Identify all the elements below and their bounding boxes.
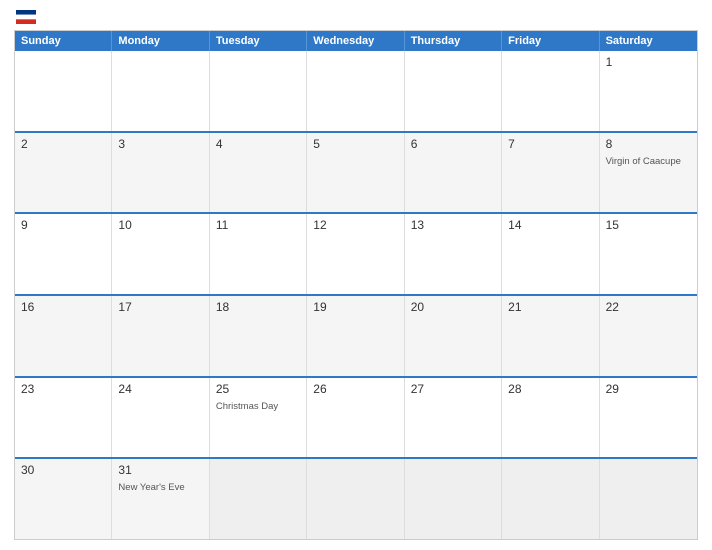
day-cell bbox=[307, 459, 404, 539]
day-number: 21 bbox=[508, 300, 592, 314]
event-text: Christmas Day bbox=[216, 401, 278, 412]
day-number: 13 bbox=[411, 218, 495, 232]
day-number: 23 bbox=[21, 382, 105, 396]
day-cell bbox=[210, 51, 307, 131]
day-number: 6 bbox=[411, 137, 495, 151]
calendar-page: SundayMondayTuesdayWednesdayThursdayFrid… bbox=[0, 0, 712, 550]
day-number: 26 bbox=[313, 382, 397, 396]
day-cell: 28 bbox=[502, 378, 599, 458]
day-header-thursday: Thursday bbox=[405, 31, 502, 51]
week-row: 16 17 18 19 20 21 22 bbox=[15, 294, 697, 376]
day-number: 30 bbox=[21, 463, 105, 477]
day-cell bbox=[210, 459, 307, 539]
day-cell: 14 bbox=[502, 214, 599, 294]
day-number: 22 bbox=[606, 300, 691, 314]
day-cell: 15 bbox=[600, 214, 697, 294]
day-number: 3 bbox=[118, 137, 202, 151]
day-cell: 25 Christmas Day bbox=[210, 378, 307, 458]
day-number: 20 bbox=[411, 300, 495, 314]
day-number: 1 bbox=[606, 55, 691, 69]
day-cell: 5 bbox=[307, 133, 404, 213]
calendar-grid: SundayMondayTuesdayWednesdayThursdayFrid… bbox=[14, 30, 698, 540]
day-number: 8 bbox=[606, 137, 691, 151]
day-number: 11 bbox=[216, 218, 300, 232]
day-cell bbox=[307, 51, 404, 131]
day-cell bbox=[600, 459, 697, 539]
day-cell: 7 bbox=[502, 133, 599, 213]
day-cell: 16 bbox=[15, 296, 112, 376]
day-header-saturday: Saturday bbox=[600, 31, 697, 51]
day-number: 4 bbox=[216, 137, 300, 151]
calendar-header bbox=[14, 10, 698, 24]
day-cell: 23 bbox=[15, 378, 112, 458]
day-number: 31 bbox=[118, 463, 202, 477]
day-cell: 18 bbox=[210, 296, 307, 376]
day-cell: 13 bbox=[405, 214, 502, 294]
day-number: 28 bbox=[508, 382, 592, 396]
day-cell: 27 bbox=[405, 378, 502, 458]
week-row: 23 24 25 Christmas Day 26 27 28 29 bbox=[15, 376, 697, 458]
day-number: 17 bbox=[118, 300, 202, 314]
day-number: 25 bbox=[216, 382, 300, 396]
day-cell: 6 bbox=[405, 133, 502, 213]
day-cell: 26 bbox=[307, 378, 404, 458]
day-number: 9 bbox=[21, 218, 105, 232]
day-number: 15 bbox=[606, 218, 691, 232]
day-number: 24 bbox=[118, 382, 202, 396]
day-number: 16 bbox=[21, 300, 105, 314]
day-cell: 21 bbox=[502, 296, 599, 376]
day-cell: 17 bbox=[112, 296, 209, 376]
day-header-monday: Monday bbox=[112, 31, 209, 51]
logo bbox=[14, 10, 36, 24]
week-row: 2345678 Virgin of Caacupe bbox=[15, 131, 697, 213]
day-number: 18 bbox=[216, 300, 300, 314]
day-cell: 30 bbox=[15, 459, 112, 539]
day-cell: 20 bbox=[405, 296, 502, 376]
day-cell: 31 New Year's Eve bbox=[112, 459, 209, 539]
day-cell: 12 bbox=[307, 214, 404, 294]
day-cell: 29 bbox=[600, 378, 697, 458]
event-text: Virgin of Caacupe bbox=[606, 156, 681, 167]
day-cell bbox=[405, 51, 502, 131]
day-cell: 3 bbox=[112, 133, 209, 213]
day-number: 29 bbox=[606, 382, 691, 396]
day-cell: 2 bbox=[15, 133, 112, 213]
day-number: 5 bbox=[313, 137, 397, 151]
day-number: 12 bbox=[313, 218, 397, 232]
day-cell bbox=[15, 51, 112, 131]
day-headers-row: SundayMondayTuesdayWednesdayThursdayFrid… bbox=[15, 31, 697, 51]
day-cell: 11 bbox=[210, 214, 307, 294]
day-cell: 24 bbox=[112, 378, 209, 458]
day-cell: 4 bbox=[210, 133, 307, 213]
day-cell: 22 bbox=[600, 296, 697, 376]
day-header-tuesday: Tuesday bbox=[210, 31, 307, 51]
day-number: 14 bbox=[508, 218, 592, 232]
week-row: 9 10 11 12 13 14 15 bbox=[15, 212, 697, 294]
day-number: 27 bbox=[411, 382, 495, 396]
logo-flag-icon bbox=[16, 10, 36, 24]
day-number: 7 bbox=[508, 137, 592, 151]
day-number: 10 bbox=[118, 218, 202, 232]
day-cell: 9 bbox=[15, 214, 112, 294]
day-cell: 19 bbox=[307, 296, 404, 376]
weeks-container: 12345678Virgin of Caacupe910111213141516… bbox=[15, 51, 697, 539]
day-cell bbox=[502, 459, 599, 539]
day-number: 19 bbox=[313, 300, 397, 314]
event-text: New Year's Eve bbox=[118, 482, 184, 493]
week-row: 30 31 New Year's Eve bbox=[15, 457, 697, 539]
day-cell: 1 bbox=[600, 51, 697, 131]
day-header-friday: Friday bbox=[502, 31, 599, 51]
week-row: 1 bbox=[15, 51, 697, 131]
day-cell bbox=[405, 459, 502, 539]
day-header-wednesday: Wednesday bbox=[307, 31, 404, 51]
day-cell: 8 Virgin of Caacupe bbox=[600, 133, 697, 213]
day-number: 2 bbox=[21, 137, 105, 151]
day-cell bbox=[502, 51, 599, 131]
day-cell: 10 bbox=[112, 214, 209, 294]
day-cell bbox=[112, 51, 209, 131]
day-header-sunday: Sunday bbox=[15, 31, 112, 51]
